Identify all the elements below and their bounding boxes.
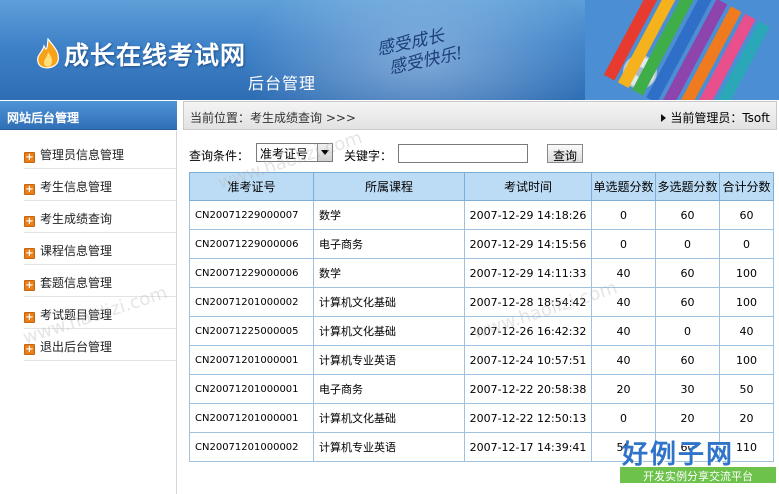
table-cell: 40 — [719, 316, 774, 346]
table-cell: 电子商务 — [313, 229, 465, 259]
brand-watermark: 好例子网 开发实例分享交流平台 — [618, 434, 778, 492]
column-header: 考试时间 — [464, 172, 592, 201]
table-cell: 0 — [655, 229, 720, 259]
plus-icon: + — [24, 216, 35, 227]
column-header: 单选题分数 — [591, 172, 656, 201]
table-cell: 40 — [591, 316, 656, 346]
plus-icon: + — [24, 184, 35, 195]
table-cell: 30 — [655, 374, 720, 404]
site-subtitle: 后台管理 — [248, 74, 317, 93]
table-cell: 电子商务 — [313, 374, 465, 404]
plus-icon: + — [24, 280, 35, 291]
table-cell: CN20071225000005 — [189, 316, 314, 346]
table-cell: 20 — [655, 403, 720, 433]
table-cell: 40 — [591, 345, 656, 375]
table-cell: 100 — [719, 258, 774, 288]
sidebar-item-course-info[interactable]: + 课程信息管理 — [24, 234, 176, 265]
table-row: CN20071201000001 电子商务 2007-12-22 20:58:38 2… — [189, 374, 774, 404]
table-row: CN20071201000002 计算机文化基础 2007-12-28 18:54:… — [189, 287, 774, 317]
table-cell: 20 — [591, 374, 656, 404]
table-cell: 60 — [655, 345, 720, 375]
table-cell: 60 — [655, 258, 720, 288]
table-cell: CN20071201000001 — [189, 345, 314, 375]
current-admin-text: 当前管理员：Tsoft — [670, 111, 770, 125]
table-cell: 2007-12-22 20:58:38 — [464, 374, 592, 404]
condition-label: 查询条件： — [189, 149, 250, 163]
triangle-right-icon — [661, 114, 667, 122]
table-cell: 2007-12-29 14:15:56 — [464, 229, 592, 259]
sidebar-item-label: 管理员信息管理 — [40, 148, 125, 162]
table-cell: 0 — [719, 229, 774, 259]
site-title: 成长在线考试网 — [64, 41, 247, 70]
table-cell: CN20071201000002 — [189, 287, 314, 317]
table-cell: CN20071201000002 — [189, 432, 314, 462]
table-cell: 100 — [719, 345, 774, 375]
table-row: CN20071229000006 数学 2007-12-29 14:11:33 40 6… — [189, 258, 774, 288]
pencils-illustration — [585, 0, 779, 100]
table-cell: 2007-12-17 14:39:41 — [464, 432, 592, 462]
flame-logo-icon — [37, 38, 59, 69]
column-header: 合计分数 — [719, 172, 774, 201]
query-button[interactable]: 查询 — [547, 144, 583, 163]
table-cell: CN20071229000006 — [189, 229, 314, 259]
table-cell: 2007-12-22 12:50:13 — [464, 403, 592, 433]
table-cell: 计算机文化基础 — [313, 316, 465, 346]
table-cell: 60 — [655, 200, 720, 230]
table-cell: 0 — [655, 316, 720, 346]
table-row: CN20071201000001 计算机文化基础 2007-12-22 12:50:… — [189, 403, 774, 433]
sidebar-item-label: 考生信息管理 — [40, 180, 113, 194]
sidebar-item-student-info[interactable]: + 考生信息管理 — [24, 170, 176, 201]
table-cell: CN20071201000001 — [189, 374, 314, 404]
table-cell: 数学 — [313, 258, 465, 288]
table-row: CN20071229000007 数学 2007-12-29 14:18:26 0 60… — [189, 200, 774, 230]
table-header-row: 准考证号 所属课程 考试时间 单选题分数 多选题分数 合计分数 — [189, 172, 774, 201]
table-cell: 0 — [591, 403, 656, 433]
table-cell: 100 — [719, 287, 774, 317]
plus-icon: + — [24, 312, 35, 323]
brand-main: 好例子网 — [622, 440, 735, 470]
table-cell: 50 — [719, 374, 774, 404]
brand-sub: 开发实例分享交流平台 — [620, 467, 776, 483]
table-cell: 2007-12-29 14:18:26 — [464, 200, 592, 230]
table-cell: 计算机专业英语 — [313, 345, 465, 375]
sidebar-item-label: 套题信息管理 — [40, 276, 113, 290]
plus-icon: + — [24, 248, 35, 259]
table-row: CN20071201000001 计算机专业英语 2007-12-24 10:57:… — [189, 345, 774, 375]
sidebar-item-label: 考生成绩查询 — [40, 212, 113, 226]
sidebar-item-label: 退出后台管理 — [40, 340, 113, 354]
table-cell: 数学 — [313, 200, 465, 230]
current-admin: 当前管理员：Tsoft — [661, 109, 770, 126]
sidebar-title: 网站后台管理 — [0, 101, 177, 130]
column-header: 多选题分数 — [655, 172, 720, 201]
table-cell: 计算机专业英语 — [313, 432, 465, 462]
plus-icon: + — [24, 152, 35, 163]
keyword-input[interactable] — [398, 144, 528, 163]
table-cell: 计算机文化基础 — [313, 403, 465, 433]
breadcrumb: 当前位置：考生成绩查询 >>> 当前管理员：Tsoft — [183, 101, 777, 130]
table-cell: 60 — [655, 287, 720, 317]
table-cell: CN20071229000007 — [189, 200, 314, 230]
table-cell: CN20071229000006 — [189, 258, 314, 288]
sidebar-item-score-query[interactable]: + 考生成绩查询 — [24, 202, 176, 233]
table-cell: 60 — [719, 200, 774, 230]
table-cell: CN20071201000001 — [189, 403, 314, 433]
table-cell: 计算机文化基础 — [313, 287, 465, 317]
table-cell: 2007-12-24 10:57:51 — [464, 345, 592, 375]
sidebar-item-admin-info[interactable]: + 管理员信息管理 — [24, 138, 176, 169]
table-cell: 0 — [591, 229, 656, 259]
table-cell: 20 — [719, 403, 774, 433]
breadcrumb-location: 当前位置：考生成绩查询 >>> — [190, 111, 356, 125]
column-header: 所属课程 — [313, 172, 465, 201]
table-cell: 0 — [591, 200, 656, 230]
sidebar-item-label: 课程信息管理 — [40, 244, 113, 258]
table-cell: 2007-12-29 14:11:33 — [464, 258, 592, 288]
table-row: CN20071229000006 电子商务 2007-12-29 14:15:56 0… — [189, 229, 774, 259]
header-banner: 成长在线考试网 后台管理 感受成长 感受快乐! — [0, 0, 779, 100]
score-table: 准考证号 所属课程 考试时间 单选题分数 多选题分数 合计分数 CN200712… — [189, 172, 774, 462]
